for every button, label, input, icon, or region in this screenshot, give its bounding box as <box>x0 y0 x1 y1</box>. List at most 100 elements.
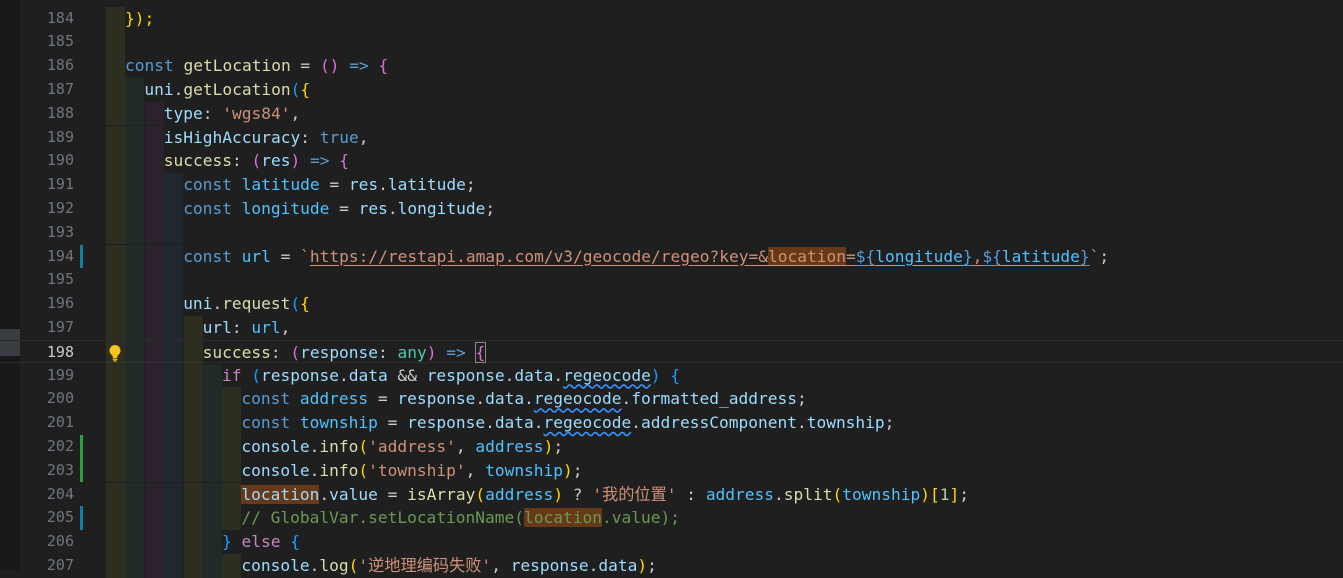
modified-line-marker[interactable] <box>80 506 83 531</box>
indent-guide <box>144 340 164 365</box>
code-line[interactable]: 199 if (response.data && response.data.re… <box>0 363 1343 388</box>
code-token: , <box>455 436 476 456</box>
code-token: = <box>845 246 856 266</box>
code-token: const <box>183 198 232 218</box>
code-token: if <box>222 365 242 385</box>
code-line[interactable]: 188 type: 'wgs84', <box>0 101 1343 126</box>
indent-guide <box>125 292 145 316</box>
added-line-marker[interactable] <box>80 458 83 483</box>
indent-guide <box>125 244 145 269</box>
code-line[interactable]: 186 const getLocation = () => { <box>0 54 1343 78</box>
code-line[interactable]: 202 console.info('address', address); <box>0 434 1343 459</box>
indent-guide <box>144 411 164 435</box>
indent-guide <box>164 506 184 531</box>
code-text[interactable]: const township = response.data.regeocode… <box>241 411 894 435</box>
code-token: . <box>588 555 599 575</box>
indent-guide <box>144 268 164 293</box>
code-text[interactable]: console.log('逆地理编码失败', response.data); <box>241 554 657 578</box>
code-token: isArray <box>407 484 476 504</box>
code-line[interactable]: 204 location.value = isArray(address) ? '… <box>0 482 1343 507</box>
code-text[interactable]: location.value = isArray(address) ? '我的位… <box>241 483 969 507</box>
code-text[interactable]: const url = `https://restapi.amap.com/v3… <box>183 245 1109 269</box>
indent-guide <box>144 244 164 269</box>
indent-guide <box>203 530 222 554</box>
code-line[interactable]: 198 success: (response: any) => { <box>0 339 1343 365</box>
code-text[interactable]: const address = response.data.regeocode.… <box>241 387 806 411</box>
indent-guide <box>106 30 125 55</box>
code-text[interactable]: console.info('township', township); <box>241 459 582 483</box>
code-text[interactable]: url: url, <box>203 316 291 340</box>
code-line[interactable]: 191 const latitude = res.latitude; <box>0 173 1343 197</box>
code-line[interactable]: 185 <box>0 30 1343 55</box>
indent-guide <box>203 363 222 388</box>
code-line[interactable]: 194 const url = `https://restapi.amap.com… <box>0 244 1343 269</box>
code-token: else <box>241 532 281 552</box>
code-text[interactable]: if (response.data && response.data.regeo… <box>222 364 680 388</box>
code-text[interactable]: success: (response: any) => { <box>203 341 487 365</box>
code-line[interactable]: 192 const longitude = res.longitude; <box>0 196 1343 221</box>
indent-guide <box>222 482 242 507</box>
code-line[interactable]: 201 const township = response.data.regeoc… <box>0 411 1343 435</box>
code-token: ) <box>543 436 554 456</box>
code-text[interactable]: const latitude = res.latitude; <box>183 173 475 197</box>
lightbulb-icon[interactable] <box>108 344 122 362</box>
code-token: data <box>514 365 554 385</box>
code-line[interactable]: 203 console.info('township', township); <box>0 458 1343 483</box>
code-editor[interactable]: 184}); 185 186 const getLocation = () => {1… <box>0 0 1343 578</box>
code-line[interactable]: 207 console.log('逆地理编码失败', response.data)… <box>0 553 1343 578</box>
code-text[interactable]: uni.request({ <box>183 292 310 316</box>
code-token: response <box>300 342 379 362</box>
indent-guide <box>106 77 125 102</box>
code-line[interactable]: 197 url: url, <box>0 315 1343 340</box>
code-line[interactable]: 189 isHighAccuracy: true, <box>0 125 1343 150</box>
code-token: ; <box>553 436 564 456</box>
code-text[interactable]: // GlobalVar.setLocationName(location.va… <box>241 506 680 530</box>
code-token: township <box>842 484 921 504</box>
indent-guide <box>183 411 203 435</box>
indent-guide <box>106 482 125 507</box>
code-token: ; <box>647 555 657 575</box>
code-text[interactable]: const longitude = res.longitude; <box>183 197 495 221</box>
code-text[interactable]: type: 'wgs84', <box>164 102 300 126</box>
code-token: ) <box>553 484 564 504</box>
code-line[interactable]: 205 // GlobalVar.setLocationName(location… <box>0 506 1343 531</box>
code-token: ( <box>358 460 369 480</box>
indent-guide <box>144 434 164 459</box>
line-number: 193 <box>46 222 74 241</box>
code-line[interactable]: 193 <box>0 220 1343 245</box>
code-token: location <box>524 508 602 528</box>
line-number: 202 <box>46 436 74 455</box>
code-line[interactable]: 200 const address = response.data.regeoco… <box>0 387 1343 412</box>
code-line[interactable]: 195 <box>0 268 1343 293</box>
code-token: regeocode <box>533 389 622 409</box>
code-token: : <box>270 342 291 362</box>
code-text[interactable]: }); <box>125 7 154 31</box>
code-text[interactable]: success: (res) => { <box>164 149 349 173</box>
indent-guide <box>106 244 125 269</box>
indent-guide <box>125 340 145 365</box>
code-token: ; <box>884 413 895 433</box>
code-token: ) <box>637 555 648 575</box>
code-line[interactable]: 187 uni.getLocation({ <box>0 77 1343 102</box>
code-text[interactable]: const getLocation = () => { <box>125 54 388 78</box>
code-token: regeocode <box>563 365 651 385</box>
code-text[interactable]: isHighAccuracy: true, <box>164 126 369 150</box>
code-line[interactable]: 196 uni.request({ <box>0 292 1343 316</box>
code-token: res <box>358 198 388 218</box>
modified-line-marker[interactable] <box>80 244 83 269</box>
code-text[interactable]: } else { <box>222 530 300 554</box>
code-text[interactable]: uni.getLocation({ <box>144 78 310 102</box>
indent-guide <box>144 363 164 388</box>
code-line[interactable]: 184}); <box>0 6 1343 31</box>
code-token: = <box>319 175 349 195</box>
code-text[interactable]: console.info('address', address); <box>241 435 563 459</box>
line-number: 188 <box>46 103 74 122</box>
code-token: '逆地理编码失败' <box>358 555 492 575</box>
code-token: ( <box>251 151 262 171</box>
indent-guide <box>125 387 145 412</box>
code-line[interactable]: 190 success: (res) => { <box>0 149 1343 174</box>
added-line-marker[interactable] <box>80 434 83 459</box>
code-line[interactable]: 206} else { <box>0 530 1343 554</box>
